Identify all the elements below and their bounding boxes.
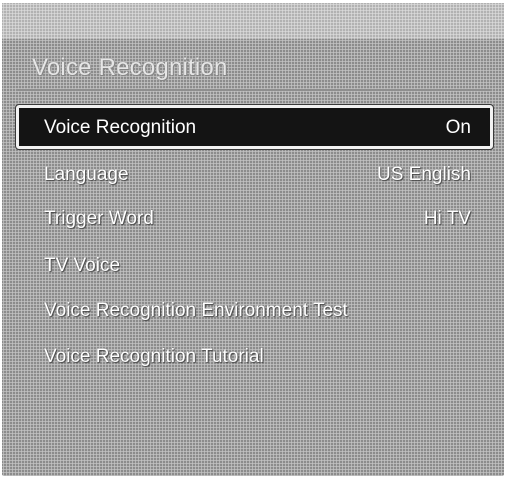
menu-item-environment-test[interactable]: Voice Recognition Environment Test — [16, 288, 493, 332]
panel-title: Voice Recognition — [32, 54, 228, 81]
menu-item-trigger-word[interactable]: Trigger Word Hi TV — [16, 196, 493, 240]
menu-item-tutorial[interactable]: Voice Recognition Tutorial — [16, 334, 493, 378]
menu-item-label: TV Voice — [44, 255, 121, 276]
menu-item-label: Language — [44, 164, 129, 185]
menu-item-tv-voice[interactable]: TV Voice — [16, 243, 493, 287]
panel-top-bar — [2, 3, 504, 39]
title-divider — [16, 89, 492, 91]
menu-item-voice-recognition[interactable]: Voice Recognition On — [15, 104, 494, 150]
menu-item-language[interactable]: Language US English — [16, 152, 493, 196]
menu-item-value: On — [445, 117, 471, 138]
menu-item-label: Voice Recognition Tutorial — [44, 346, 264, 367]
voice-recognition-panel: Voice Recognition Voice Recognition On L… — [2, 3, 504, 476]
menu-item-label: Trigger Word — [44, 208, 154, 229]
menu-item-value: Hi TV — [423, 208, 471, 229]
menu-item-value: US English — [377, 164, 471, 185]
menu-item-label: Voice Recognition Environment Test — [44, 300, 348, 321]
menu-item-label: Voice Recognition — [44, 117, 197, 138]
